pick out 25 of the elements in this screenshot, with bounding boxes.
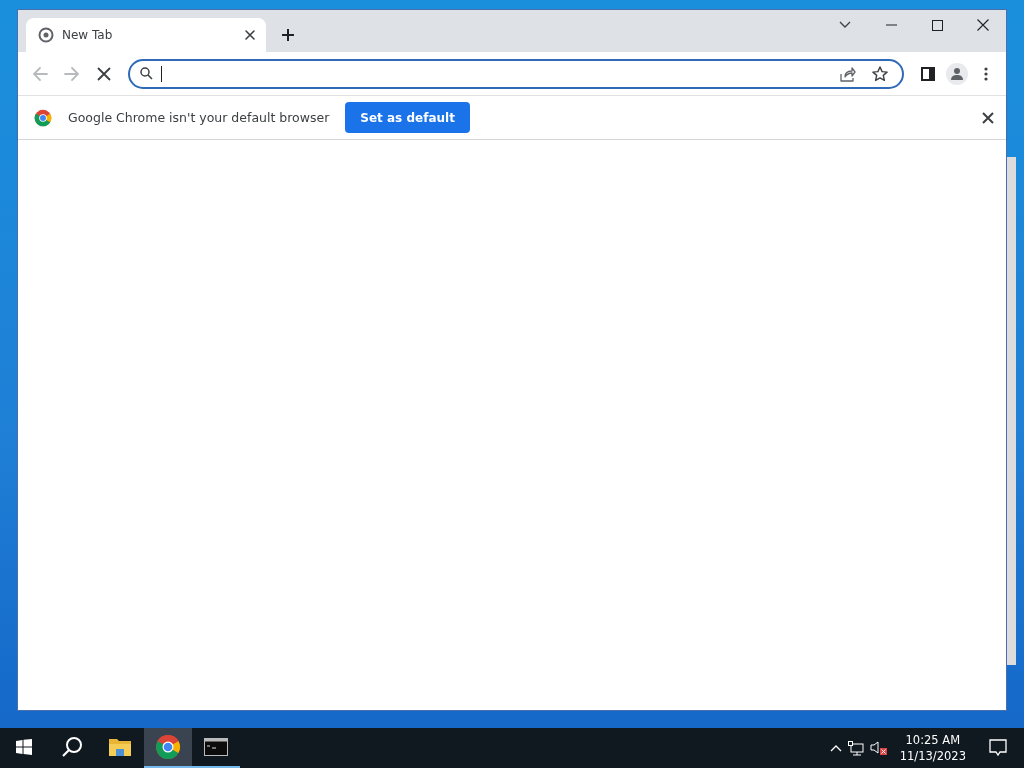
clock-date: 11/13/2023 [899,748,966,764]
network-icon[interactable] [847,740,864,756]
close-tab-icon[interactable] [244,29,256,41]
clock-time: 10:25 AM [905,732,961,748]
set-default-button[interactable]: Set as default [345,102,470,133]
text-cursor [161,65,162,82]
chrome-icon [155,734,181,760]
globe-icon [38,27,54,43]
terminal-icon [204,738,228,756]
chevron-up-icon[interactable] [829,744,842,752]
search-icon [140,67,153,80]
scrollbar[interactable] [1006,157,1016,665]
browser-tab[interactable]: New Tab [26,18,266,52]
close-icon[interactable] [982,111,994,124]
address-field[interactable] [128,58,904,89]
tab-title: New Tab [62,28,114,42]
chrome-icon [34,108,52,127]
folder-icon [108,737,132,757]
speaker-icon[interactable] [869,740,888,756]
infobar-message: Google Chrome isn't your default browser [68,110,330,125]
profile-icon[interactable] [946,62,968,85]
search-icon [61,736,83,758]
windows-icon [16,739,32,755]
taskbar-button[interactable] [144,728,192,768]
clock[interactable]: 10:25 AM 11/13/2023 [893,732,972,764]
